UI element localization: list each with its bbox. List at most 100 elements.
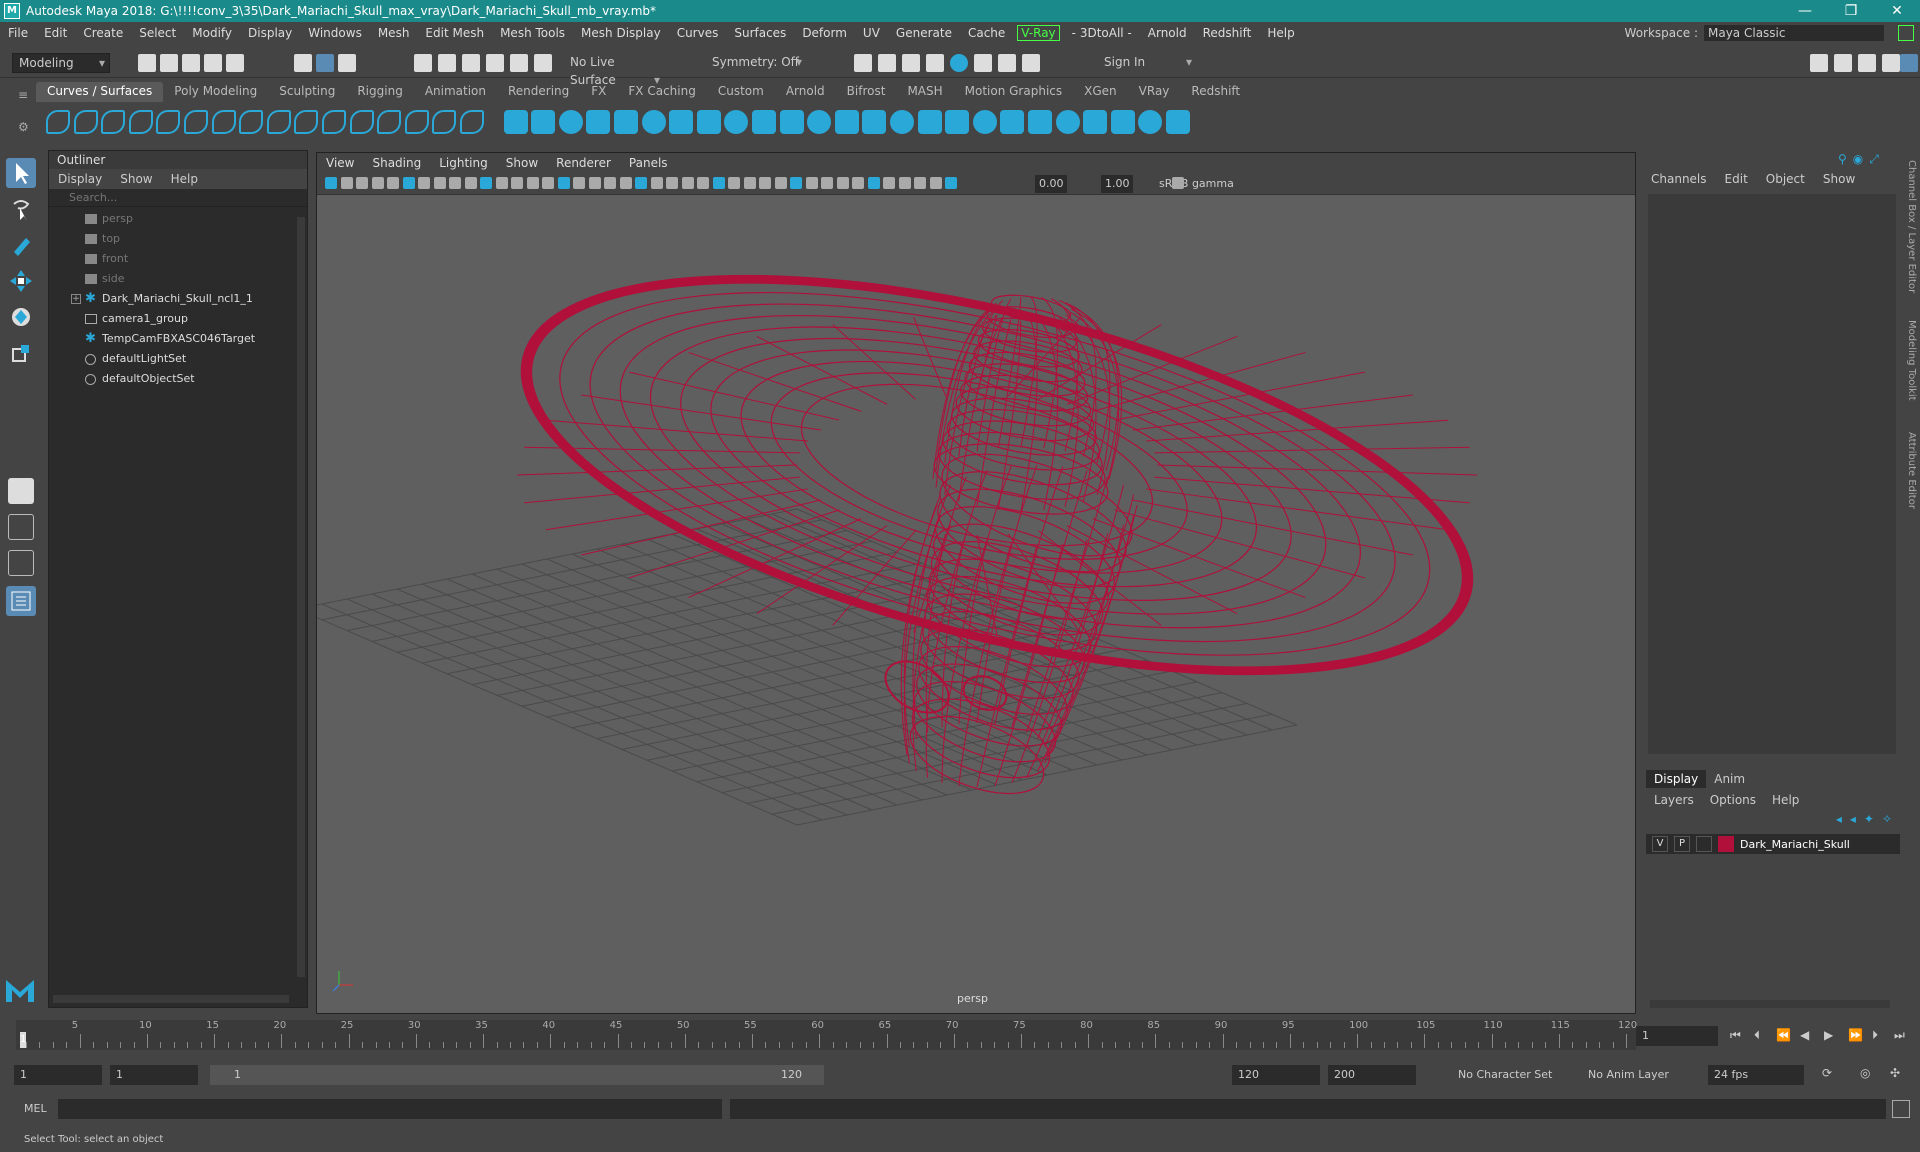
outliner-item[interactable]: front xyxy=(49,249,307,269)
viewport-tool-29-icon[interactable] xyxy=(774,177,787,189)
shelf-tab-curves-surfaces[interactable]: Curves / Surfaces xyxy=(36,82,164,102)
live-surface-field[interactable]: No Live Surface xyxy=(564,53,664,89)
viewport-tool-10-icon[interactable] xyxy=(480,177,492,189)
arc-icon[interactable] xyxy=(211,110,236,134)
outliner-item[interactable]: ✱ TempCamFBXASC046Target xyxy=(49,329,307,349)
viewport-tool-28-icon[interactable] xyxy=(759,177,771,189)
menu-mesh[interactable]: Mesh xyxy=(370,26,418,40)
toggle-layer-icon[interactable]: ◉ xyxy=(1853,152,1863,167)
viewport-tool-40-icon[interactable] xyxy=(945,177,957,189)
pencil-curve-icon[interactable] xyxy=(156,110,181,134)
viewport-tool-35-icon[interactable] xyxy=(867,177,880,189)
select-hierarchy-icon[interactable] xyxy=(294,54,312,72)
play-forward-icon[interactable]: ▶ xyxy=(1824,1028,1833,1042)
step-back-key-icon[interactable]: ⏪ xyxy=(1776,1028,1791,1042)
shelf-tab-redshift[interactable]: Redshift xyxy=(1180,82,1251,102)
curve-5-icon[interactable] xyxy=(322,110,346,134)
outliner-item[interactable]: side xyxy=(49,269,307,289)
current-frame-field[interactable]: 1 xyxy=(1636,1026,1718,1046)
curve-9-icon[interactable] xyxy=(432,110,457,134)
viewport-tool-0-icon[interactable] xyxy=(325,177,337,189)
shelf-settings-icon[interactable]: ⚙ xyxy=(18,120,30,134)
viewport-tool-12-icon[interactable] xyxy=(511,177,523,189)
layer-row[interactable]: V P Dark_Mariachi_Skull xyxy=(1646,834,1900,854)
curve-4-icon[interactable] xyxy=(294,110,319,134)
select-component-icon[interactable] xyxy=(338,54,356,72)
render-view-icon[interactable] xyxy=(974,54,992,72)
sphere-icon[interactable] xyxy=(503,110,528,134)
undo-icon[interactable] xyxy=(204,54,222,72)
shelf-tab-bifrost[interactable]: Bifrost xyxy=(836,82,897,102)
menu-file[interactable]: File xyxy=(0,26,36,40)
viewport-tool-11-icon[interactable] xyxy=(495,177,508,189)
viewport-tool-1-icon[interactable] xyxy=(340,177,353,189)
revolve-icon[interactable] xyxy=(669,110,694,134)
viewport-tool-24-icon[interactable] xyxy=(697,177,709,189)
loop-icon[interactable]: ⟳ xyxy=(1822,1066,1832,1080)
select-tool-icon[interactable] xyxy=(6,158,36,188)
bezier-curve-icon[interactable] xyxy=(184,110,208,134)
workspace-dropdown[interactable]: Maya Classic xyxy=(1704,25,1884,41)
viewport-panel[interactable]: View Shading Lighting Show Renderer Panels 0.… xyxy=(316,152,1636,1014)
layer-name[interactable]: Dark_Mariachi_Skull xyxy=(1740,838,1850,851)
snap-point-icon[interactable] xyxy=(462,54,480,72)
viewport-menu-panels[interactable]: Panels xyxy=(620,156,677,170)
menu-modify[interactable]: Modify xyxy=(184,26,240,40)
playback-end-field[interactable]: 120 xyxy=(1232,1065,1320,1085)
sign-in-button[interactable]: Sign In xyxy=(1084,53,1196,73)
step-forward-frame-icon[interactable]: ⏵ xyxy=(1872,1028,1878,1043)
cv-curve-icon[interactable] xyxy=(101,110,126,134)
menu-create[interactable]: Create xyxy=(75,26,131,40)
boundary-icon[interactable] xyxy=(807,110,832,134)
snap-surface-icon[interactable] xyxy=(510,54,528,72)
detach-icon[interactable] xyxy=(917,110,942,134)
viewport-tool-7-icon[interactable] xyxy=(433,177,446,189)
viewport-tool-14-icon[interactable] xyxy=(542,177,554,189)
insert-isoparm-icon[interactable] xyxy=(1000,110,1025,134)
curve-6-icon[interactable] xyxy=(349,110,374,134)
viewport-menu-lighting[interactable]: Lighting xyxy=(430,156,497,170)
menu-arnold[interactable]: Arnold xyxy=(1140,26,1195,40)
shelf-tab-rigging[interactable]: Rigging xyxy=(346,82,413,102)
outliner-menu-show[interactable]: Show xyxy=(111,172,161,186)
open-scene-icon[interactable] xyxy=(160,54,178,72)
outliner-scrollbar[interactable] xyxy=(297,217,305,977)
viewport-tool-19-icon[interactable] xyxy=(619,177,632,189)
menu-edit[interactable]: Edit xyxy=(36,26,75,40)
viewport-tool-20-icon[interactable] xyxy=(635,177,647,189)
side-tab-attribute-editor[interactable]: Attribute Editor xyxy=(1906,432,1917,509)
menu-select[interactable]: Select xyxy=(131,26,184,40)
step-back-frame-icon[interactable]: ⏴ xyxy=(1754,1028,1760,1043)
outliner-menu-display[interactable]: Display xyxy=(49,172,111,186)
curve-8-icon[interactable] xyxy=(404,110,429,134)
extrude-icon[interactable] xyxy=(752,110,776,134)
time-slider[interactable]: 1 5 10 15 20 25 30 35 40 45 50 55 60 65 70 75 80 85 90 95 1… xyxy=(16,1020,1637,1050)
redo-icon[interactable] xyxy=(226,54,244,72)
tool-settings-icon[interactable] xyxy=(1882,54,1900,72)
viewport-tool-9-icon[interactable] xyxy=(464,177,477,189)
outliner-item[interactable]: defaultLightSet xyxy=(49,349,307,369)
shelf-tab-xgen[interactable]: XGen xyxy=(1073,82,1128,102)
viewport-tool-39-icon[interactable] xyxy=(929,177,942,189)
shelf-tab-rendering[interactable]: Rendering xyxy=(497,82,580,102)
viewport-menu-shading[interactable]: Shading xyxy=(363,156,430,170)
script-editor-icon[interactable] xyxy=(1892,1100,1910,1118)
layer-tab-anim[interactable]: Anim xyxy=(1706,770,1753,788)
curve-2-icon[interactable] xyxy=(239,110,264,134)
viewport-tool-22-icon[interactable] xyxy=(666,177,678,189)
viewport-tool-15-icon[interactable] xyxy=(557,177,570,189)
four-view-layout-icon[interactable] xyxy=(8,514,34,540)
cylinder-icon[interactable] xyxy=(558,110,583,134)
planar-icon[interactable] xyxy=(724,110,749,134)
viewport-tool-13-icon[interactable] xyxy=(526,177,539,189)
snap-vertex-icon[interactable] xyxy=(534,54,552,72)
two-view-layout-icon[interactable] xyxy=(8,550,34,576)
viewport-menu-show[interactable]: Show xyxy=(497,156,547,170)
auto-key-icon[interactable]: ◎ xyxy=(1860,1066,1870,1080)
viewport-tool-8-icon[interactable] xyxy=(449,177,461,189)
viewport-tool-21-icon[interactable] xyxy=(650,177,663,189)
ipr-render-icon[interactable] xyxy=(902,54,920,72)
range-slider[interactable]: 1 120 xyxy=(210,1065,824,1085)
layer-menu-options[interactable]: Options xyxy=(1702,793,1764,807)
go-to-end-icon[interactable]: ⏭ xyxy=(1894,1028,1905,1043)
